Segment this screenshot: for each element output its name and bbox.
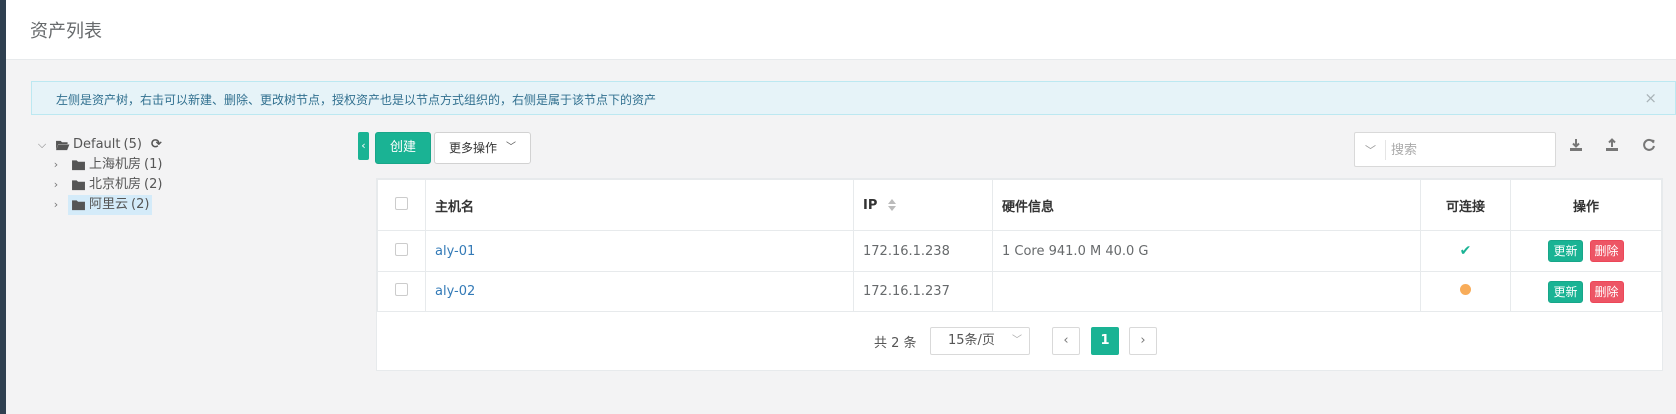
refresh-icon[interactable] [1640,138,1658,156]
folder-open-icon [56,140,70,151]
hardware-cell: 1 Core 941.0 M 40.0 G [992,230,1421,272]
alert-text: 左侧是资产树，右击可以新建、删除、更改树节点，授权资产也是以节点方式组织的，右侧… [56,93,657,107]
folder-icon [72,200,85,211]
tree-node-count: (2) [131,197,150,212]
check-icon: ✔ [1459,243,1472,259]
status-dot-icon [1460,284,1471,295]
hostname-cell: aly-02 [425,271,854,312]
more-actions-dropdown[interactable]: 更多操作 ﹀ [434,132,531,164]
hostname-link[interactable]: aly-02 [435,284,475,299]
ip-cell: 172.16.1.238 [853,230,993,272]
chevron-right-icon[interactable]: › [50,175,62,195]
page-size-value: 15条/页 [948,333,995,348]
hostname-cell: aly-01 [425,230,854,272]
tree-node-label: 北京机房 [89,177,142,192]
next-page-button[interactable]: › [1129,327,1157,355]
row-select-cell [377,230,426,272]
connectable-cell: ✔ [1420,230,1511,272]
hostname-link[interactable]: aly-01 [435,244,475,259]
page-size-select[interactable]: 15条/页 ﹀ [930,327,1030,355]
asset-table: 主机名 IP 硬件信息 可连接 操作 aly-01 172.16.1.238 1… [377,179,1662,312]
chevron-down-icon[interactable]: ⌵ [36,135,48,155]
update-button[interactable]: 更新 [1548,240,1583,262]
update-button[interactable]: 更新 [1548,280,1583,303]
page-header: 资产列表 [6,0,1676,60]
column-connectable: 可连接 [1420,179,1511,231]
column-ip-label: IP [863,197,878,213]
connectable-cell [1420,271,1511,312]
prev-page-button[interactable]: ‹ [1052,327,1080,355]
row-select-cell [377,271,426,312]
tree-node-label: 上海机房 [89,157,142,172]
tree-node-beijing: › 北京机房 (2) [36,175,336,195]
search-box: ﹀ [1354,132,1556,167]
info-alert: 左侧是资产树，右击可以新建、删除、更改树节点，授权资产也是以节点方式组织的，右侧… [31,81,1676,115]
chevron-down-icon: ﹀ [1012,335,1022,346]
collapse-tree-button[interactable]: ‹ [358,132,369,160]
tree-node-label: 阿里云 [89,197,129,212]
download-icon[interactable] [1567,138,1585,156]
row-checkbox[interactable] [395,283,408,296]
tree-node-label: Default [73,137,121,152]
chevron-down-icon[interactable]: ﹀ [1365,142,1376,158]
column-hostname[interactable]: 主机名 [425,179,854,231]
row-checkbox[interactable] [395,242,408,256]
select-all-cell [377,179,426,231]
actions-cell: 更新 删除 [1510,230,1662,272]
chevron-right-icon[interactable]: › [50,195,62,215]
ip-cell: 172.16.1.237 [853,271,993,312]
table-header-row: 主机名 IP 硬件信息 可连接 操作 [377,179,1662,231]
close-icon[interactable]: × [1644,89,1657,107]
tree-node-root: ⌵ Default (5) ⟳ [36,135,336,155]
select-all-checkbox[interactable] [395,196,408,210]
tree-node-count: (2) [144,177,163,192]
column-ip[interactable]: IP [853,179,993,231]
column-actions: 操作 [1510,179,1662,231]
tree-node-count: (1) [144,157,163,172]
sort-icon[interactable] [887,199,896,211]
tree-node-item[interactable]: 北京机房 (2) [68,175,165,195]
tree-node-count: (5) [123,137,142,152]
tree-node-item-selected[interactable]: 阿里云 (2) [68,195,153,215]
column-hardware: 硬件信息 [992,179,1421,231]
upload-icon[interactable] [1603,138,1621,156]
chevron-down-icon: ﹀ [506,142,516,153]
divider [1385,140,1386,160]
tree-node-shanghai: › 上海机房 (1) [36,155,336,175]
search-input[interactable] [1391,139,1541,161]
page-button-current[interactable]: 1 [1091,327,1119,355]
asset-tree: ⌵ Default (5) ⟳ › 上海机房 (1) › 北京机房 (2) › … [36,135,336,215]
table-row: aly-02 172.16.1.237 更新 删除 [377,271,1662,312]
folder-icon [72,160,85,171]
tree-node-default[interactable]: Default (5) ⟳ [52,135,165,155]
delete-button[interactable]: 删除 [1589,280,1624,303]
page-title: 资产列表 [30,21,102,42]
create-button[interactable]: 创建 [375,132,431,164]
chevron-right-icon[interactable]: › [50,155,62,175]
sidebar-edge [0,0,6,414]
folder-icon [72,180,85,191]
delete-button[interactable]: 删除 [1589,240,1624,262]
actions-cell: 更新 删除 [1510,271,1662,312]
more-actions-label: 更多操作 [449,141,498,155]
tree-node-aliyun: › 阿里云 (2) [36,195,336,215]
pagination-total: 共 2 条 [874,336,917,351]
table-row: aly-01 172.16.1.238 1 Core 941.0 M 40.0 … [377,230,1662,272]
refresh-icon[interactable]: ⟳ [151,135,162,155]
tree-node-item[interactable]: 上海机房 (1) [68,155,165,175]
hardware-cell [992,271,1421,312]
